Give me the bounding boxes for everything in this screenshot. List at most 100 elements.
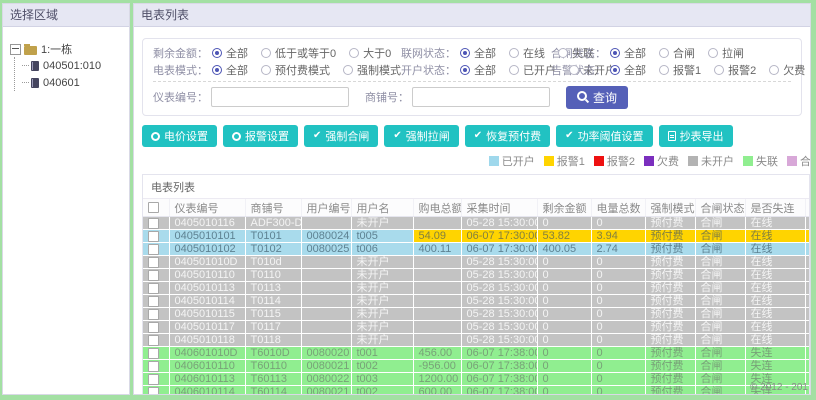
shop-no-input[interactable]	[412, 87, 550, 107]
row-checkbox[interactable]	[148, 217, 159, 229]
radio-option[interactable]: 已开户	[509, 62, 556, 78]
radio-icon[interactable]	[212, 47, 222, 58]
row-checkbox[interactable]	[148, 282, 159, 294]
region-panel-title: 选择区域	[3, 4, 129, 27]
radio-icon[interactable]	[659, 47, 669, 58]
tree-node[interactable]: 040601	[22, 74, 125, 91]
cell	[413, 320, 462, 334]
query-button[interactable]: 查询	[566, 85, 629, 109]
table-row[interactable]: 0405010114 T0114 未开户 05-28 15:30:00 0 0 预付费 合闸在…	[143, 294, 809, 308]
filter-divider	[153, 81, 791, 82]
row-checkbox[interactable]	[148, 230, 159, 242]
table-row[interactable]: 0406010113 T60113 0080022 t003 1200.00 06-07 …	[143, 372, 809, 386]
action-button[interactable]: ✔ 强制拉闸	[384, 125, 459, 147]
radio-icon[interactable]	[261, 47, 271, 58]
radio-icon[interactable]	[349, 47, 360, 58]
table-row[interactable]: 0406010110 T60110 0080021 t002 -956.00 06-07 …	[143, 359, 809, 373]
radio-icon[interactable]	[460, 47, 470, 58]
radio-icon[interactable]	[558, 47, 568, 58]
action-button[interactable]: ✔ 恢复预付费	[464, 125, 551, 147]
table-row[interactable]: 0405010102 T0102 0080025 t006 400.11 06-07 17…	[143, 242, 809, 256]
legend-label: 欠费	[657, 156, 679, 168]
action-button[interactable]: 电价设置	[142, 125, 217, 147]
row-checkbox[interactable]	[148, 269, 159, 281]
table-scroll-area[interactable]: 仪表编号 商铺号 用户编号 用户名 购电总额 采集时间 剩余金额 电量总数 强制模式 合闸状态 是否…	[143, 198, 809, 394]
cell: t002	[351, 359, 414, 373]
table-row[interactable]: 0405010117 T0117 未开户 05-28 15:30:00 0 0 预付费 合闸在…	[143, 320, 809, 334]
table-row[interactable]: 0405010116ADF300-D 3未开户05-28 15:30:0000预…	[143, 216, 809, 230]
radio-option[interactable]: 欠费	[769, 62, 805, 78]
row-checkbox[interactable]	[148, 321, 159, 333]
radio-icon[interactable]	[460, 64, 470, 75]
radio-icon[interactable]	[610, 64, 620, 75]
radio-option[interactable]: 低于或等于0	[261, 45, 336, 61]
cell: t005	[351, 229, 414, 243]
row-checkbox[interactable]	[148, 386, 159, 394]
table-row[interactable]: 0405010101 T0101 0080024 t005 54.09 06-07 17:…	[143, 229, 809, 243]
radio-option[interactable]: 全部	[212, 45, 248, 61]
table-row[interactable]: 0406010114 T60114 0080021 t002 600.00 06-07 1…	[143, 385, 809, 394]
legend-label: 已开户	[501, 156, 535, 168]
cell: T0113	[245, 281, 302, 295]
radio-option[interactable]: 拉闸	[708, 45, 744, 61]
radio-option[interactable]: 全部	[212, 62, 248, 78]
table-row[interactable]: 0405010115 T0115 未开户 05-28 15:30:00 0 0 预付费 合闸在…	[143, 307, 809, 321]
radio-icon[interactable]	[212, 64, 222, 75]
radio-option[interactable]: 全部	[460, 45, 496, 61]
row-checkbox[interactable]	[148, 243, 159, 255]
meter-no-input[interactable]	[211, 87, 349, 107]
row-checkbox[interactable]	[148, 347, 159, 359]
tree-node-root[interactable]: 1:一栋	[10, 41, 125, 57]
tree-node[interactable]: 040501:010	[22, 57, 125, 74]
radio-option[interactable]: 全部	[610, 45, 646, 61]
search-row: 仪表编号： 商铺号： 查询	[153, 85, 791, 109]
radio-option[interactable]: 全部	[460, 62, 496, 78]
legend-item: 报警2	[593, 153, 635, 169]
radio-icon[interactable]	[261, 64, 271, 75]
column-header: 合闸状态	[695, 199, 746, 217]
radio-option[interactable]: 预付费模式	[261, 62, 330, 78]
radio-icon[interactable]	[659, 64, 669, 75]
tree-collapse-icon[interactable]	[10, 43, 21, 55]
radio-option[interactable]: 大于0	[349, 45, 391, 61]
table-row[interactable]: 040601010D T6010D 0080020 t001 456.00 06-07 1…	[143, 346, 809, 360]
row-checkbox[interactable]	[148, 308, 159, 320]
cell: 0405010110	[169, 268, 246, 282]
radio-option[interactable]: 报警2	[714, 62, 756, 78]
cell: 0405010118	[169, 333, 246, 347]
select-all-checkbox[interactable]	[148, 202, 159, 213]
column-header: 购电总额	[413, 199, 462, 217]
radio-option[interactable]: 在线	[509, 45, 545, 61]
cell: 在线	[745, 268, 806, 282]
radio-icon[interactable]	[769, 64, 780, 75]
radio-icon[interactable]	[343, 64, 353, 75]
radio-icon[interactable]	[509, 47, 519, 58]
action-button[interactable]: 抄表导出	[658, 125, 733, 147]
row-checkbox-cell	[143, 229, 170, 243]
action-button[interactable]: ✔ 强制合闸	[304, 125, 379, 147]
action-button[interactable]: ✔ 功率阈值设置	[556, 125, 653, 147]
table-row[interactable]: 040501010D T010d 未开户 05-28 15:30:00 0 0 预付费 合闸在…	[143, 255, 809, 269]
radio-option[interactable]: 强制模式	[343, 62, 401, 78]
action-bar: 电价设置 报警设置 ✔ 强制合闸 ✔ 强制拉闸 ✔ 恢复预付费 ✔ 功率阈值设置 抄表导出	[142, 125, 802, 147]
table-row[interactable]: 0405010110 T0110 未开户 05-28 15:30:00 0 0 预付费 合闸在…	[143, 268, 809, 282]
radio-option[interactable]: 合闸	[659, 45, 695, 61]
radio-icon[interactable]	[714, 64, 725, 75]
check-icon: ✔	[473, 130, 483, 141]
radio-icon[interactable]	[610, 47, 620, 58]
row-checkbox[interactable]	[148, 256, 159, 268]
radio-icon[interactable]	[569, 64, 579, 75]
row-checkbox[interactable]	[148, 334, 159, 346]
action-button[interactable]: 报警设置	[223, 125, 298, 147]
legend-color-swatch	[743, 156, 753, 166]
radio-option-label: 全部	[624, 47, 646, 60]
table-row[interactable]: 0405010113 T0113 未开户 05-28 15:30:00 0 0 预付费 合闸在…	[143, 281, 809, 295]
radio-icon[interactable]	[708, 47, 718, 58]
row-checkbox[interactable]	[148, 360, 159, 372]
row-checkbox[interactable]	[148, 373, 159, 385]
radio-icon[interactable]	[509, 64, 519, 75]
table-row[interactable]: 0405010118 T0118 未开户 05-28 15:30:00 0 0 预付费 合闸在…	[143, 333, 809, 347]
radio-option[interactable]: 全部	[610, 62, 646, 78]
radio-option[interactable]: 报警1	[659, 62, 701, 78]
row-checkbox[interactable]	[148, 295, 159, 307]
